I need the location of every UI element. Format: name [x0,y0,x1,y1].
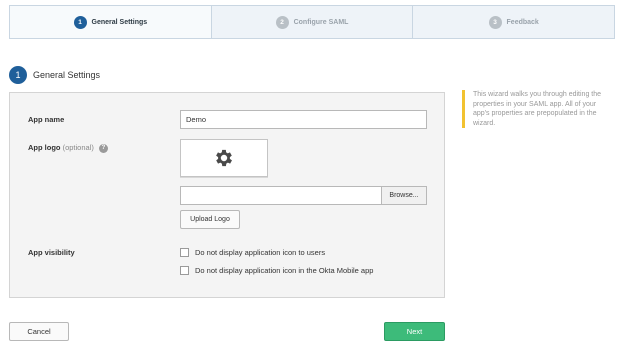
app-visibility-label: App visibility [28,248,75,257]
step-label: General Settings [91,18,148,26]
help-icon[interactable]: ? [98,143,108,153]
section-number: 1 [9,66,27,84]
step-number: 1 [73,15,87,29]
step-label: Configure SAML [293,18,349,26]
next-button[interactable]: Next [384,322,445,341]
wizard-stepper: 1 General Settings 2 Configure SAML 3 Fe… [9,5,615,39]
app-logo-preview [180,139,268,177]
step-label: Feedback [506,18,539,26]
gear-icon [216,149,232,167]
checkbox-label: Do not display application icon to users [195,248,326,257]
general-settings-form: App name Demo App logo (optional) ? Brow… [9,92,445,298]
logo-file-picker: Browse... [180,186,427,205]
step-general-settings: 1 General Settings [10,6,211,38]
section-heading: 1 General Settings [9,66,100,84]
optional-hint: (optional) [62,143,94,152]
checkbox-label: Do not display application icon in the O… [195,266,374,275]
visibility-option-hide-mobile[interactable]: Do not display application icon in the O… [180,266,373,275]
section-title: General Settings [33,70,101,80]
app-name-input[interactable]: Demo [180,110,427,129]
step-feedback: 3 Feedback [412,6,614,38]
step-number: 3 [488,15,502,29]
browse-button[interactable]: Browse... [382,186,427,205]
hide-icon-mobile-checkbox[interactable] [180,266,189,275]
wizard-hint: This wizard walks you through editing th… [462,90,614,128]
step-configure-saml: 2 Configure SAML [210,6,413,38]
hide-icon-users-checkbox[interactable] [180,248,189,257]
app-name-label: App name [28,115,65,124]
cancel-button[interactable]: Cancel [9,322,69,341]
upload-logo-button[interactable]: Upload Logo [180,210,240,229]
app-logo-label: App logo (optional) ? [28,143,108,153]
logo-file-path-field[interactable] [180,186,382,205]
app-logo-label-text: App logo [28,143,61,152]
step-number: 2 [275,15,289,29]
visibility-option-hide-users[interactable]: Do not display application icon to users [180,248,325,257]
